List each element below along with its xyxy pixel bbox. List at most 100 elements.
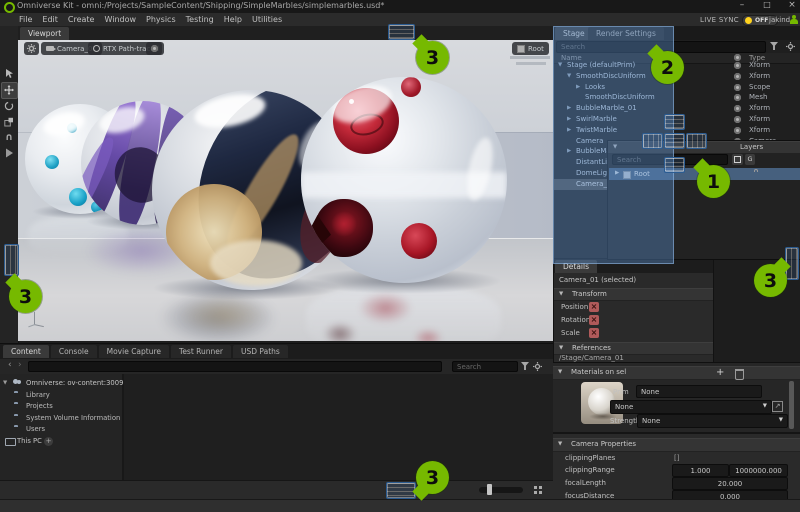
user-avatar-icon[interactable]: [790, 15, 798, 24]
tree-item-this-pc[interactable]: This PC +: [0, 436, 122, 447]
dock-target-center[interactable]: [664, 133, 685, 149]
eye-icon[interactable]: [734, 73, 741, 80]
menu-file[interactable]: File: [14, 15, 37, 24]
slider-handle[interactable]: [487, 484, 492, 495]
eye-icon[interactable]: [734, 84, 741, 91]
tree-item-folder[interactable]: System Volume Information: [0, 413, 122, 424]
layer-mode-button[interactable]: [732, 154, 743, 165]
filter-icon[interactable]: [770, 42, 778, 50]
rotate-tool-icon[interactable]: [4, 101, 14, 111]
dock-target-bottom[interactable]: [664, 157, 685, 173]
prim-field[interactable]: None: [636, 385, 762, 398]
chevron-down-icon: ▼: [763, 404, 767, 410]
content-search-input[interactable]: [452, 361, 518, 372]
close-button[interactable]: ×: [784, 0, 800, 12]
cube-icon: [517, 45, 525, 53]
gear-icon[interactable]: [533, 362, 542, 371]
add-connection-button[interactable]: +: [44, 437, 53, 446]
strength-dropdown[interactable]: None ▼: [637, 414, 788, 428]
material-dropdown[interactable]: None ▼: [610, 400, 772, 414]
marble-reflection: [413, 328, 443, 341]
filter-icon[interactable]: [521, 362, 529, 370]
tree-item-omniverse[interactable]: ▼ Omniverse: ov-content:3009: [0, 378, 122, 389]
clipping-planes-value[interactable]: []: [674, 454, 679, 462]
scrollbar[interactable]: [789, 381, 794, 429]
grid-view-icon[interactable]: [534, 486, 537, 489]
tree-item-folder[interactable]: Users: [0, 424, 122, 435]
materials-section-header[interactable]: ▼ Materials on sel +: [553, 366, 800, 380]
eye-icon[interactable]: [734, 127, 741, 134]
dock-target-screen-top[interactable]: [388, 24, 415, 40]
tree-item-label: System Volume Information: [26, 414, 120, 422]
minimize-button[interactable]: –: [734, 0, 750, 12]
viewport-stats: [516, 62, 546, 65]
add-material-button[interactable]: +: [716, 367, 724, 378]
menu-testing[interactable]: Testing: [181, 15, 219, 24]
dock-target-left[interactable]: [642, 133, 663, 149]
clipping-range-max-field[interactable]: 1000000.000: [729, 464, 788, 477]
menu-physics[interactable]: Physics: [141, 15, 181, 24]
content-file-area[interactable]: [124, 374, 553, 480]
marble-reflection: [358, 292, 413, 324]
transform-section-header[interactable]: ▼ Transform: [554, 288, 713, 301]
tab-test-runner[interactable]: Test Runner: [171, 345, 231, 358]
back-button[interactable]: ‹: [8, 360, 12, 370]
user-name[interactable]: jakind: [769, 16, 790, 24]
nav-root-button[interactable]: Root: [512, 42, 549, 55]
tab-usd-paths[interactable]: USD Paths: [233, 345, 288, 358]
dock-target-screen-left[interactable]: [4, 244, 19, 276]
live-sync-indicator: [745, 17, 752, 24]
delete-material-icon[interactable]: [735, 369, 744, 380]
viewport-3d-scene[interactable]: Camera_01 RTX Path-traced Root: [18, 40, 553, 341]
content-tree-panel: ▼ Omniverse: ov-content:3009 Library Pro…: [0, 374, 124, 480]
status-bar: [0, 499, 800, 512]
global-mode-button[interactable]: G: [745, 154, 755, 165]
viewport-settings-button[interactable]: [24, 42, 39, 55]
clear-transform-button[interactable]: ×: [589, 328, 599, 338]
collapse-arrow-icon: ▼: [558, 442, 562, 448]
clear-transform-button[interactable]: ×: [589, 302, 599, 312]
callout-2: 2: [651, 51, 684, 84]
marble-bubble-02[interactable]: [301, 77, 507, 283]
snap-tool-icon[interactable]: ∩: [4, 132, 14, 143]
tab-console[interactable]: Console: [51, 345, 97, 358]
focal-length-field[interactable]: 20.000: [672, 477, 788, 490]
menu-create[interactable]: Create: [63, 15, 100, 24]
square-icon: [734, 156, 741, 163]
red-bubble-bottom: [401, 223, 437, 259]
eye-icon[interactable]: [734, 62, 741, 69]
thumbnail-size-slider[interactable]: [479, 487, 523, 493]
camera-section-header[interactable]: ▼ Camera Properties: [553, 438, 800, 452]
address-bar-input[interactable]: [28, 361, 442, 372]
tab-movie-capture[interactable]: Movie Capture: [99, 345, 169, 358]
move-tool-icon[interactable]: [4, 85, 14, 95]
menu-help[interactable]: Help: [219, 15, 247, 24]
tree-item-folder[interactable]: Library: [0, 390, 122, 401]
dock-target-top[interactable]: [664, 114, 685, 130]
eye-icon[interactable]: [734, 116, 741, 123]
eye-icon[interactable]: [734, 94, 741, 101]
open-material-icon[interactable]: ↗: [772, 401, 783, 412]
clear-transform-button[interactable]: ×: [589, 315, 599, 325]
maximize-button[interactable]: □: [759, 0, 775, 12]
red-bubble-small: [401, 77, 421, 97]
menu-window[interactable]: Window: [99, 15, 141, 24]
forward-button[interactable]: ›: [18, 360, 22, 370]
clipping-range-min-field[interactable]: 1.000: [672, 464, 729, 477]
dock-target-right[interactable]: [686, 133, 707, 149]
select-tool-icon[interactable]: [4, 68, 14, 79]
tree-item-label: Users: [26, 425, 45, 433]
gear-icon[interactable]: [786, 42, 795, 51]
visibility-button[interactable]: [146, 42, 162, 55]
play-button-icon[interactable]: [5, 148, 14, 158]
menu-edit[interactable]: Edit: [37, 15, 63, 24]
eye-icon[interactable]: [734, 105, 741, 112]
selection-label: Camera_01 (selected): [559, 276, 636, 284]
prim-type: Xform: [749, 104, 770, 112]
tab-content[interactable]: Content: [3, 345, 49, 358]
tab-viewport[interactable]: Viewport: [20, 27, 69, 40]
tree-item-label: Projects: [26, 402, 53, 410]
scale-tool-icon[interactable]: [4, 117, 14, 127]
menu-utilities[interactable]: Utilities: [247, 15, 287, 24]
tree-item-folder[interactable]: Projects: [0, 401, 122, 412]
